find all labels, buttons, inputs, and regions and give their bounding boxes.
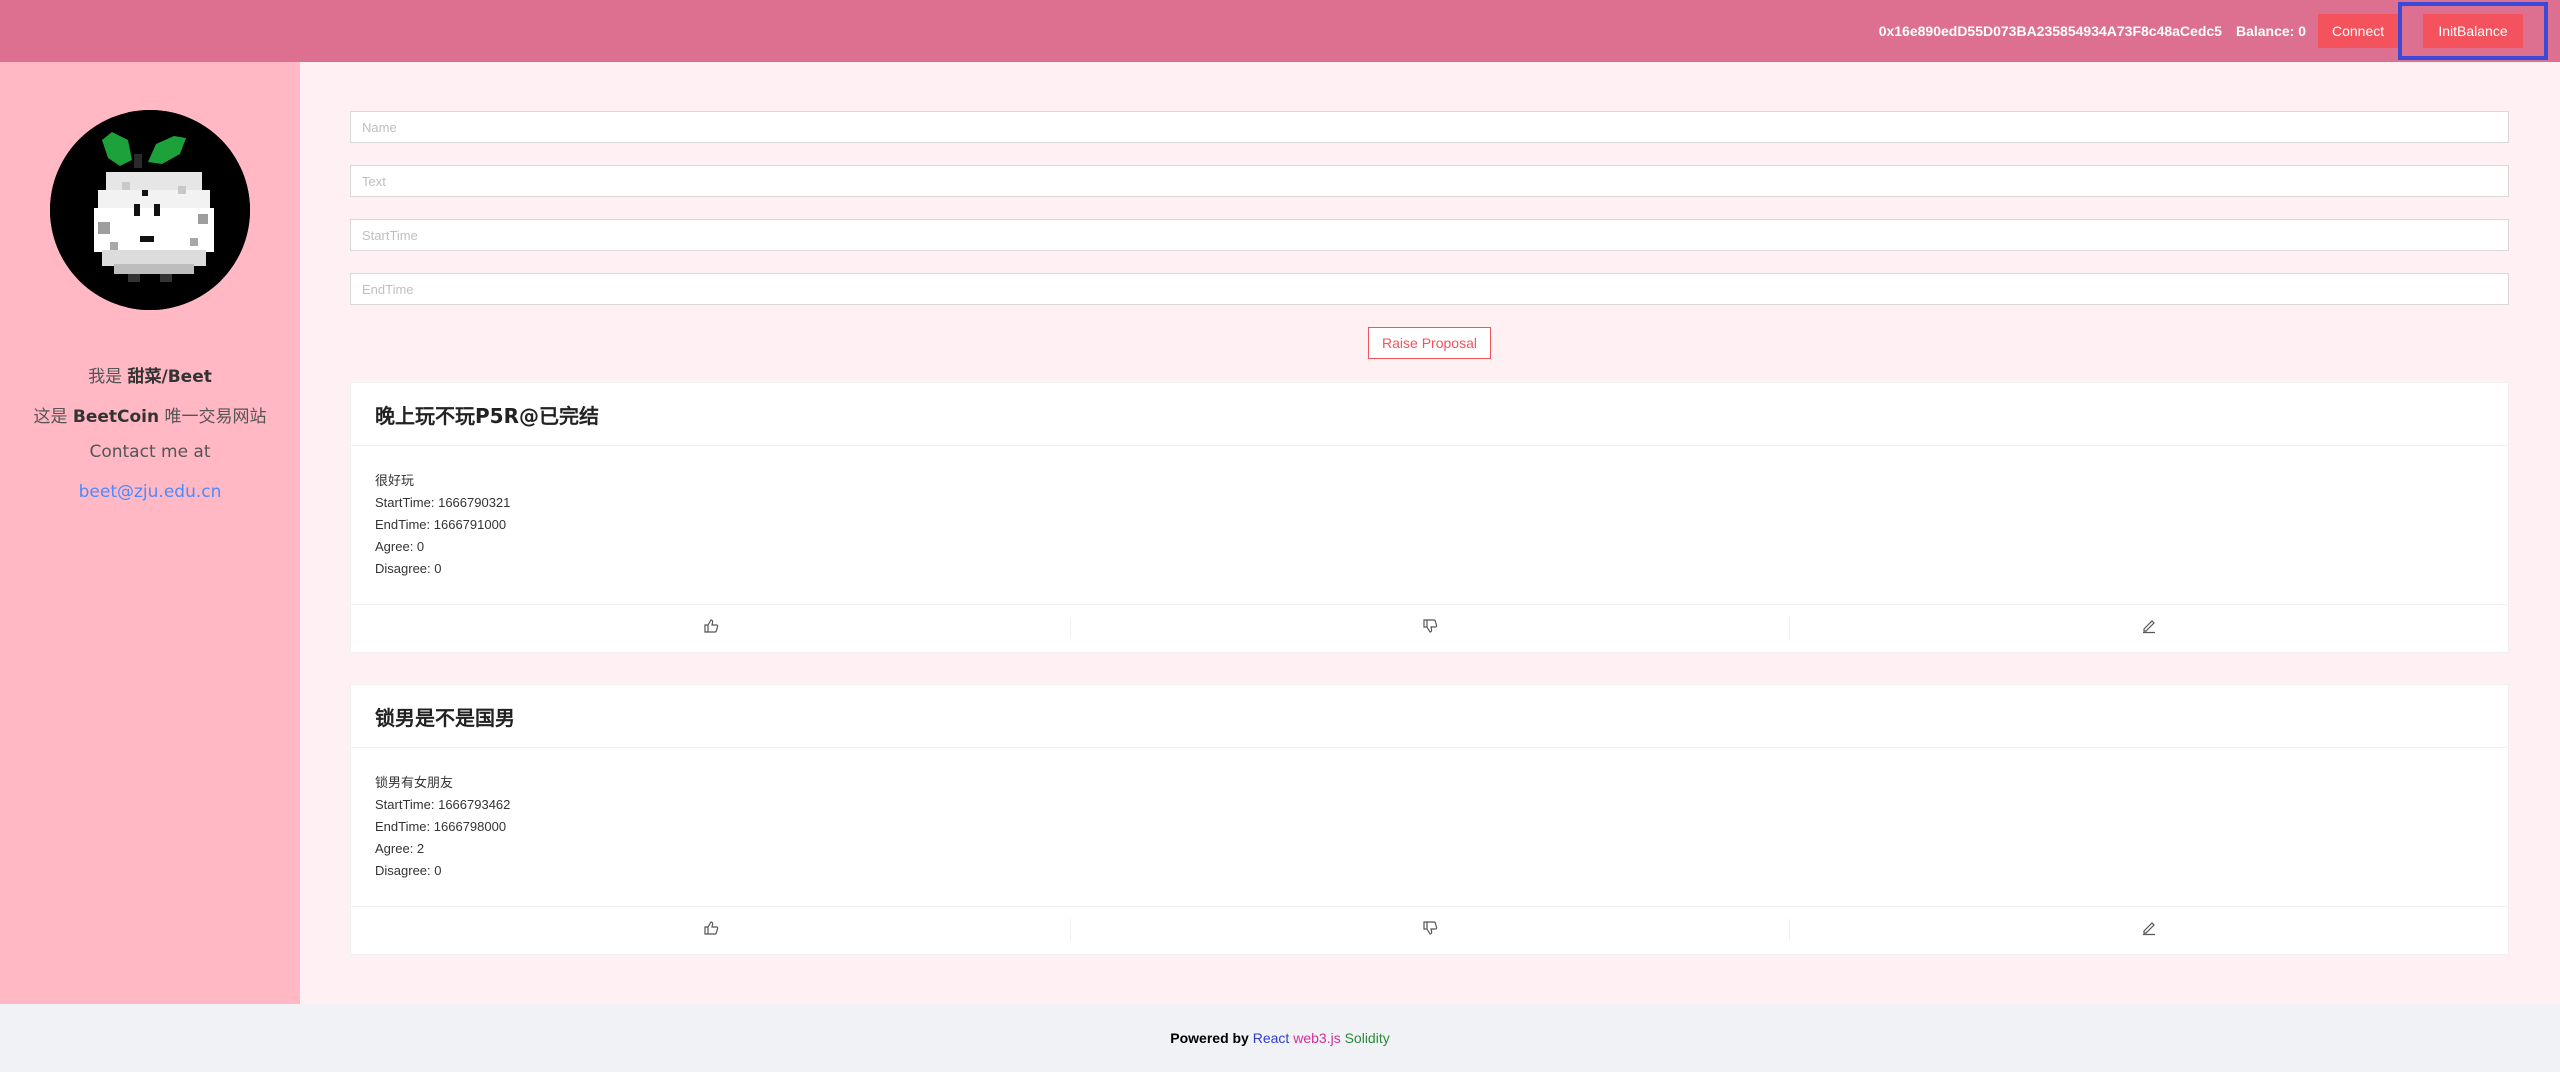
edit-button[interactable] xyxy=(1789,605,2508,652)
proposal-end: EndTime: 1666791000 xyxy=(375,517,507,532)
thumbs-up-icon xyxy=(703,920,719,941)
footer: Powered by React web3.js Solidity xyxy=(0,1004,2560,1072)
contact-label: Contact me at xyxy=(89,442,211,462)
powered-by-label: Powered by xyxy=(1170,1030,1249,1046)
connect-button[interactable]: Connect xyxy=(2318,14,2398,48)
site-prefix: 这是 xyxy=(33,407,68,427)
end-time-input[interactable] xyxy=(350,273,2509,305)
proposal-text: 锁男有女朋友 xyxy=(375,775,454,790)
proposal-agree: Agree: 0 xyxy=(375,539,425,554)
card-actions xyxy=(351,604,2508,652)
text-input[interactable] xyxy=(350,165,2509,197)
proposal-card: 晚上玩不玩P5R@已完结 很好玩 StartTime: 1666790321 E… xyxy=(350,382,2509,653)
raise-proposal-button[interactable]: Raise Proposal xyxy=(1368,327,1491,359)
thumbs-down-icon xyxy=(1422,920,1438,941)
top-header: 0x16e890edD55D073BA235854934A73F8c48aCed… xyxy=(0,0,2560,62)
main-content: Raise Proposal 晚上玩不玩P5R@已完结 很好玩 StartTim… xyxy=(300,62,2560,1004)
proposal-end: EndTime: 1666798000 xyxy=(375,819,507,834)
proposal-body: 很好玩 StartTime: 1666790321 EndTime: 16667… xyxy=(351,446,2508,604)
proposal-agree: Agree: 2 xyxy=(375,841,425,856)
react-label: React xyxy=(1252,1030,1290,1046)
proposal-start: StartTime: 1666790321 xyxy=(375,495,511,510)
start-time-input[interactable] xyxy=(350,219,2509,251)
intro-prefix: 我是 xyxy=(88,367,123,387)
email-link[interactable]: beet@zju.edu.cn xyxy=(0,482,300,502)
proposal-start: StartTime: 1666793462 xyxy=(375,797,511,812)
init-balance-highlight: InitBalance xyxy=(2398,2,2548,60)
proposal-title: 锁男是不是国男 xyxy=(351,685,2508,748)
agree-button[interactable] xyxy=(351,605,1070,652)
proposal-disagree: Disagree: 0 xyxy=(375,561,442,576)
balance-display: Balance: 0 xyxy=(2235,23,2306,39)
thumbs-down-icon xyxy=(1422,618,1438,639)
proposal-text: 很好玩 xyxy=(375,473,415,488)
thumbs-up-icon xyxy=(703,618,719,639)
solidity-label: Solidity xyxy=(1344,1030,1390,1046)
edit-button[interactable] xyxy=(1789,907,2508,954)
account-address: 0x16e890edD55D073BA235854934A73F8c48aCed… xyxy=(1878,23,2222,39)
init-balance-button[interactable]: InitBalance xyxy=(2423,14,2523,48)
disagree-button[interactable] xyxy=(1070,605,1789,652)
site-line: 这是 BeetCoin 唯一交易网站 xyxy=(0,402,300,427)
proposal-card: 锁男是不是国男 锁男有女朋友 StartTime: 1666793462 End… xyxy=(350,684,2509,955)
intro-line: 我是 甜菜/Beet xyxy=(0,362,300,387)
card-actions xyxy=(351,906,2508,954)
proposal-disagree: Disagree: 0 xyxy=(375,863,442,878)
web3-label: web3.js xyxy=(1293,1030,1341,1046)
name-input[interactable] xyxy=(350,111,2509,143)
proposal-title: 晚上玩不玩P5R@已完结 xyxy=(351,383,2508,446)
edit-icon xyxy=(2141,618,2157,639)
disagree-button[interactable] xyxy=(1070,907,1789,954)
sidebar: 我是 甜菜/Beet 这是 BeetCoin 唯一交易网站 Contact me… xyxy=(0,62,300,1004)
site-name: BeetCoin xyxy=(72,407,160,427)
site-suffix: 唯一交易网站 xyxy=(164,407,267,427)
owner-name: 甜菜/Beet xyxy=(127,367,212,387)
pixel-turnip-avatar-icon xyxy=(50,110,250,310)
edit-icon xyxy=(2141,920,2157,941)
proposal-body: 锁男有女朋友 StartTime: 1666793462 EndTime: 16… xyxy=(351,748,2508,906)
agree-button[interactable] xyxy=(351,907,1070,954)
